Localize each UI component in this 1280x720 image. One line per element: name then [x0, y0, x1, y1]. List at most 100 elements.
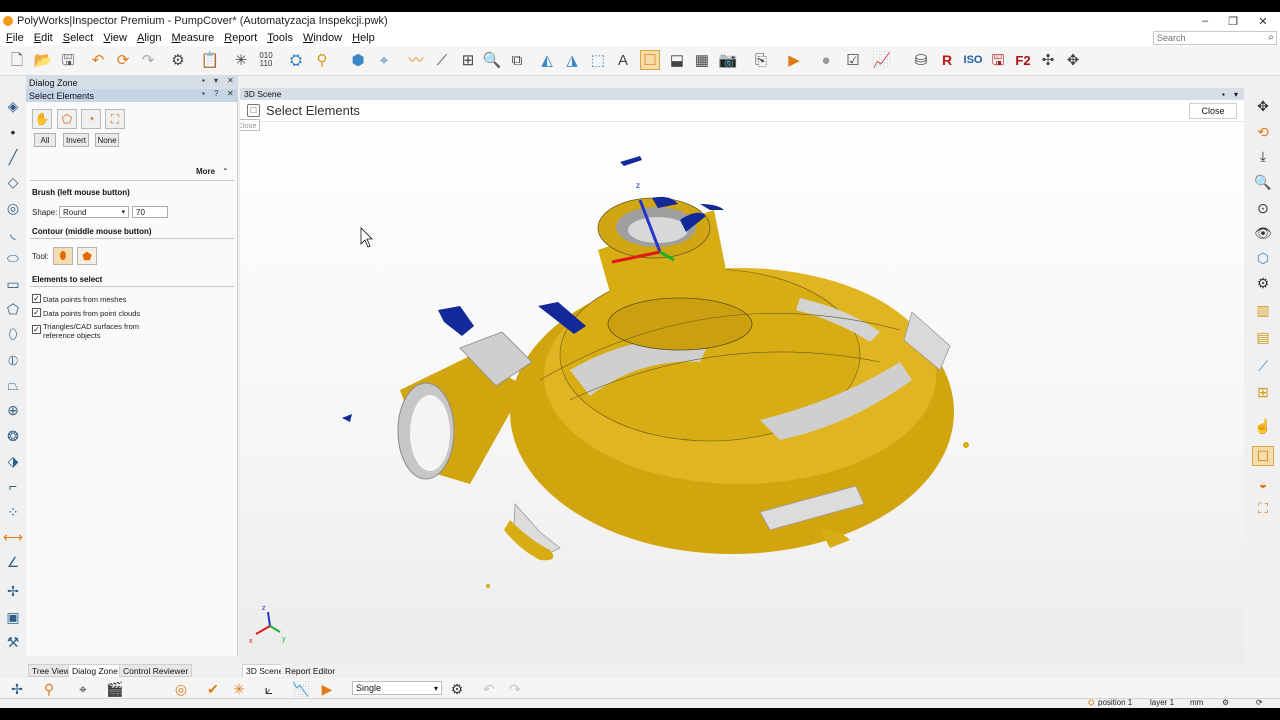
curve-icon[interactable]: 〰: [406, 50, 426, 70]
rectangle-icon[interactable]: ▭: [3, 274, 23, 294]
surface-feature-icon[interactable]: ⬗: [3, 451, 23, 471]
hand-cursor-icon[interactable]: ☝: [1252, 416, 1274, 436]
undo-icon[interactable]: ↶: [88, 50, 108, 70]
cube-icon[interactable]: ⬢: [348, 50, 368, 70]
reference-objects-checkbox[interactable]: ✓: [32, 325, 41, 334]
clapper-icon[interactable]: 🎬: [106, 680, 124, 698]
help-icon[interactable]: ?: [214, 89, 218, 98]
menu-tools[interactable]: Tools: [267, 32, 293, 44]
record-icon[interactable]: ●: [816, 50, 836, 70]
brush-mode-icon[interactable]: ◒: [1252, 474, 1274, 494]
save-icon[interactable]: 🖫: [58, 50, 78, 70]
polygon-icon[interactable]: ⬠: [3, 299, 23, 319]
select-mode-icon[interactable]: ☐: [1252, 446, 1274, 466]
text-tool-icon[interactable]: A: [613, 50, 633, 70]
tools-icon[interactable]: ⚒: [3, 632, 23, 652]
menu-view[interactable]: View: [103, 32, 127, 44]
compare-icon[interactable]: ⬚: [588, 50, 608, 70]
r-script-button[interactable]: R: [937, 50, 957, 70]
probe-mode-dropdown[interactable]: Single ▾: [352, 681, 442, 695]
lasso-select-icon[interactable]: ⬠: [57, 109, 77, 129]
brush-size-input[interactable]: 70: [132, 206, 168, 218]
3d-scene-viewport[interactable]: z z x y ☐ Select Elements Close Close: [240, 100, 1244, 664]
status-tools-icon[interactable]: ⚙: [1222, 698, 1229, 707]
pin-icon[interactable]: ▪: [1222, 90, 1225, 99]
view-icon[interactable]: 👁: [1252, 223, 1274, 243]
align-icon[interactable]: ✳: [231, 50, 251, 70]
rotate-icon[interactable]: ⟲: [1252, 122, 1274, 142]
isometric-view-icon[interactable]: ⬡: [1252, 248, 1274, 268]
target-check-icon[interactable]: ✔: [204, 680, 222, 698]
chart-tool-icon[interactable]: 📉: [292, 680, 310, 698]
angle-icon[interactable]: ∠: [3, 552, 23, 572]
line-icon[interactable]: ╱: [3, 147, 23, 167]
probe-settings-icon[interactable]: ⚙: [448, 680, 466, 698]
invert-selection-button[interactable]: Invert: [63, 133, 89, 147]
point-icon[interactable]: •: [3, 122, 23, 142]
select-none-button[interactable]: None: [95, 133, 119, 147]
pump-cover-model[interactable]: z z x y: [240, 100, 1244, 664]
alignment-icon[interactable]: ⚲: [312, 50, 332, 70]
view-settings-icon[interactable]: ⚙: [1252, 273, 1274, 293]
close-window-button[interactable]: ✕: [1248, 12, 1278, 30]
new-file-icon[interactable]: 🗋: [7, 50, 27, 70]
play-tool-icon[interactable]: ▶: [318, 680, 336, 698]
polyline-icon[interactable]: ⌐: [3, 476, 23, 496]
zoom-icon[interactable]: 🔍: [1252, 172, 1274, 192]
shape-dropdown[interactable]: Round ▾: [59, 206, 129, 218]
point-set-icon[interactable]: ⁘: [3, 502, 23, 522]
close-mode-button[interactable]: Close: [1189, 103, 1237, 119]
menu-select[interactable]: Select: [63, 32, 94, 44]
back-icon[interactable]: ↶: [480, 680, 498, 698]
chart-icon[interactable]: 📈: [872, 50, 892, 70]
save-red-icon[interactable]: 🖫: [988, 50, 1008, 70]
surface-select-icon[interactable]: ◔: [81, 109, 101, 129]
zoom-fit-icon[interactable]: ⊙: [1252, 198, 1274, 218]
forward-icon[interactable]: ↷: [506, 680, 524, 698]
status-position[interactable]: position 1: [1098, 698, 1132, 707]
play-icon[interactable]: ▶: [784, 50, 804, 70]
menu-edit[interactable]: Edit: [34, 32, 53, 44]
region-select-icon[interactable]: ⛶: [105, 109, 125, 129]
feature-plane-icon[interactable]: ◈: [3, 96, 23, 116]
select-all-button[interactable]: All: [34, 133, 56, 147]
search-input[interactable]: [1153, 31, 1277, 45]
redo-icon[interactable]: ⟳: [113, 50, 133, 70]
report-icon[interactable]: ⎘: [751, 50, 771, 70]
zoom-icon[interactable]: 🔍: [482, 50, 502, 70]
slot-icon[interactable]: ⬭: [3, 248, 23, 268]
color-map-icon[interactable]: ▤: [1252, 327, 1274, 347]
pin-icon[interactable]: ▪: [202, 76, 205, 85]
move-down-icon[interactable]: ⤓: [1252, 146, 1274, 166]
restore-button[interactable]: ❐: [1218, 12, 1248, 30]
menu-report[interactable]: Report: [224, 32, 257, 44]
status-units[interactable]: mm: [1190, 698, 1203, 707]
feature-group-icon[interactable]: ✢: [3, 581, 23, 601]
camera-icon[interactable]: 📷: [718, 50, 738, 70]
panel-menu-icon[interactable]: ▾: [214, 76, 218, 85]
database-icon[interactable]: ⛁: [911, 50, 931, 70]
pan-icon[interactable]: ✥: [1252, 96, 1274, 116]
section-icon[interactable]: ◮: [562, 50, 582, 70]
open-folder-icon[interactable]: 📂: [33, 50, 53, 70]
angle-tool-icon[interactable]: ⟀: [260, 680, 278, 698]
forward-icon[interactable]: ↷: [138, 50, 158, 70]
plugin-icon[interactable]: ✣: [1038, 50, 1058, 70]
cone-icon[interactable]: ⏢: [3, 375, 23, 395]
tab-report-editor[interactable]: Report Editor: [281, 664, 340, 677]
probe-tool-icon[interactable]: ⚲: [40, 680, 58, 698]
crosshair-icon[interactable]: ⌖: [74, 680, 92, 698]
layout-icon[interactable]: ⊞: [458, 50, 478, 70]
frame-icon[interactable]: ⧉: [507, 50, 527, 70]
table-icon[interactable]: ▦: [692, 50, 712, 70]
select-elements-icon[interactable]: ☐: [640, 50, 660, 70]
region-mode-icon[interactable]: ⛶: [1252, 498, 1274, 518]
torus-icon[interactable]: ❂: [3, 426, 23, 446]
probe-tool-icon[interactable]: ⟋: [1252, 356, 1274, 376]
refresh-icon[interactable]: ⟳: [1256, 698, 1263, 707]
point-clouds-checkbox[interactable]: ✓: [32, 308, 41, 317]
panel-close-icon[interactable]: ✕: [227, 89, 234, 98]
chevron-up-icon[interactable]: ⌃: [222, 167, 229, 176]
binary-icon[interactable]: 010 110: [256, 50, 276, 70]
meshes-checkbox[interactable]: ✓: [32, 294, 41, 303]
